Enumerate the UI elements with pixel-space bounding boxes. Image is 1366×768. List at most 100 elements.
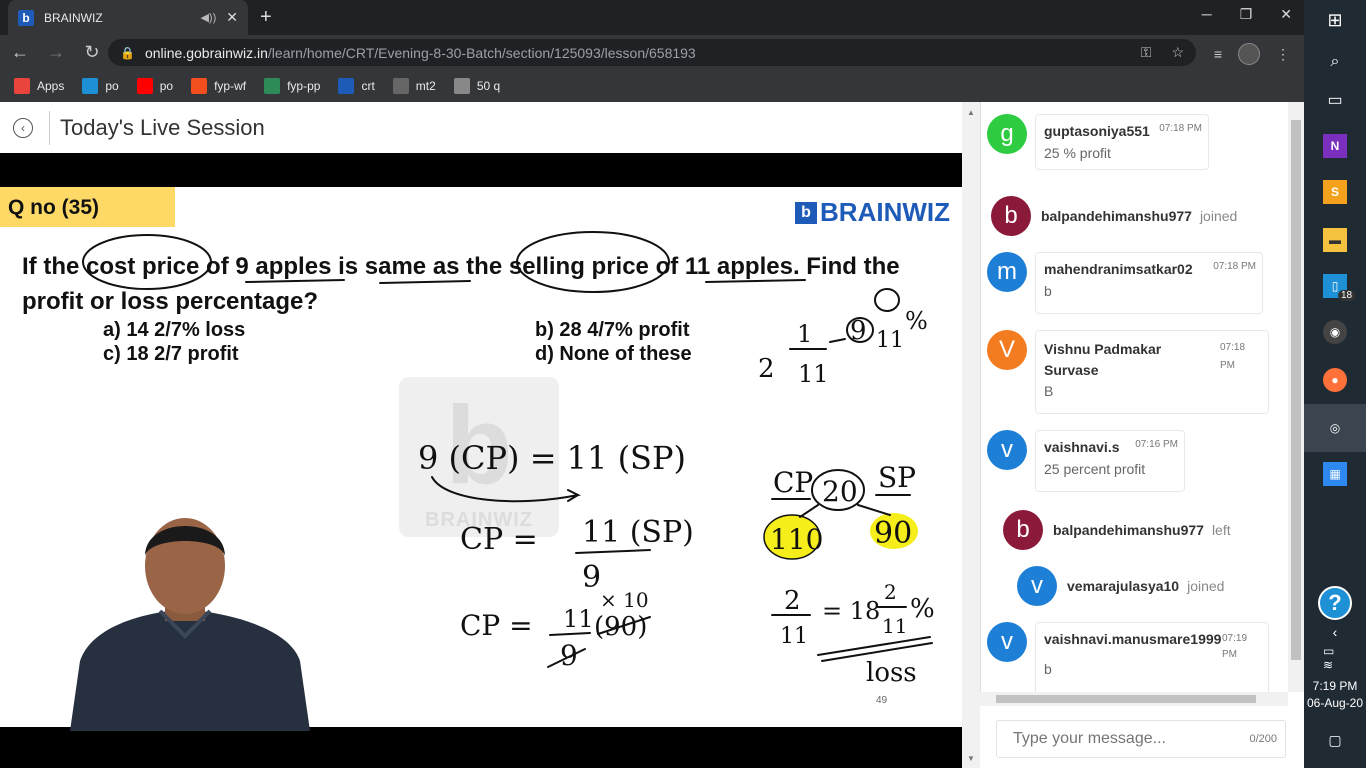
firefox-icon[interactable]: ● xyxy=(1323,368,1347,392)
ink-underline-same xyxy=(379,280,471,284)
close-window-icon[interactable]: ✕ xyxy=(1280,6,1292,23)
bookmark-item[interactable]: po xyxy=(136,78,173,94)
bookmark-item[interactable]: 50 q xyxy=(453,78,500,94)
bookmark-label: Apps xyxy=(37,79,65,93)
help-icon[interactable]: ? xyxy=(1318,586,1352,620)
chat-text: B xyxy=(1044,383,1054,399)
chat-message: m mahendranimsatkar02 07:18 PM b xyxy=(987,252,1263,314)
chat-bubble: vaishnavi.manusmare1999 07:19 PM b xyxy=(1035,622,1269,692)
notifications-icon[interactable]: ▢ xyxy=(1323,728,1347,752)
chat-event: v vemarajulasya10 joined xyxy=(1017,566,1224,606)
chat-scrollbar[interactable] xyxy=(1288,102,1304,692)
chat-input-box[interactable]: 0/200 xyxy=(996,720,1286,758)
clock-time: 7:19 PM xyxy=(1312,679,1358,693)
browser-tab[interactable]: b BRAINWIZ ◀)) ✕ xyxy=(8,0,248,35)
forward-icon[interactable]: → xyxy=(40,42,72,63)
chat-hscrollbar[interactable] xyxy=(980,692,1288,706)
bookmark-label: crt xyxy=(361,79,375,93)
youtube-icon xyxy=(136,78,153,94)
avatar: b xyxy=(991,196,1031,236)
slide-page-number: 49 xyxy=(876,695,888,706)
page-scrollbar[interactable]: ▲ ▼ xyxy=(962,102,980,768)
avatar: m xyxy=(987,252,1027,292)
star-icon[interactable]: ☆ xyxy=(1171,44,1184,61)
chat-time: 07:18 PM xyxy=(1220,342,1246,371)
address-bar[interactable]: 🔒 online.gobrainwiz.in /learn/home/CRT/E… xyxy=(108,39,1196,66)
avatar: v xyxy=(987,622,1027,662)
cc-icon xyxy=(392,78,409,94)
avatar: g xyxy=(987,114,1027,154)
search-icon[interactable]: ⌕ xyxy=(1323,50,1347,74)
scroll-up-icon[interactable]: ▲ xyxy=(967,108,975,117)
bookmark-item[interactable]: mt2 xyxy=(392,78,436,94)
bookmark-item[interactable]: po xyxy=(82,78,119,94)
chat-bubble: vaishnavi.s 07:16 PM 25 percent profit xyxy=(1035,430,1185,492)
file-explorer-icon[interactable]: ▬ xyxy=(1323,228,1347,252)
eq2-lhs: CP = xyxy=(460,522,538,557)
chat-username: vemarajulasya10 xyxy=(1067,578,1180,594)
chat-message-list[interactable]: g guptasoniya551 07:18 PM 25 % profit b … xyxy=(980,102,1288,692)
cp-value: 110 xyxy=(770,523,823,556)
sublime-icon[interactable]: S xyxy=(1323,180,1347,204)
key-icon[interactable]: ⚿ xyxy=(1141,44,1152,61)
bookmark-item[interactable]: fyp-pp xyxy=(264,78,320,94)
result-frac-bot: 11 xyxy=(882,614,907,638)
chat-username: balpandehimanshu977 xyxy=(1053,522,1204,538)
bookmark-item[interactable]: Apps xyxy=(14,78,64,94)
back-circle-icon[interactable]: ‹ xyxy=(13,117,33,138)
bookmarks-bar: Apps po po fyp-wf fyp-pp crt mt2 50 q xyxy=(0,70,1304,102)
bookmark-item[interactable]: fyp-wf xyxy=(191,78,246,94)
menu-icon[interactable]: ⋮ xyxy=(1276,46,1290,63)
ink-circle-selling-price xyxy=(516,231,670,293)
chat-message: V Vishnu Padmakar Survase 07:18 PM B xyxy=(987,330,1269,414)
profile-avatar[interactable] xyxy=(1238,43,1260,65)
back-icon[interactable]: ← xyxy=(4,42,36,63)
note-2: 2 xyxy=(758,354,775,384)
calculator-icon[interactable]: ▦ xyxy=(1323,462,1347,486)
reload-icon[interactable]: ↻ xyxy=(76,42,108,63)
chat-event-state: joined xyxy=(1199,208,1238,224)
chat-text: 25 percent profit xyxy=(1044,461,1146,477)
bookmark-label: fyp-wf xyxy=(214,79,247,93)
chat-scroll-thumb[interactable] xyxy=(1291,120,1301,660)
chrome-icon[interactable]: ◎ xyxy=(1304,404,1366,452)
chart-icon xyxy=(264,78,281,94)
eq3-mult: × 10 xyxy=(600,588,649,612)
windows-start-icon[interactable]: ⊞ xyxy=(1323,8,1347,32)
bookmark-item[interactable]: crt xyxy=(338,78,375,94)
windows-taskbar: ⊞ ⌕ ▭ N S ▬ ▯ 18 ◉ ● ◎ ▦ ? ‹ ▭ ≋ 7:19 PM… xyxy=(1304,0,1366,768)
media-player-icon[interactable]: ◉ xyxy=(1323,320,1347,344)
bookmark-label: fyp-pp xyxy=(287,79,321,93)
loss-label: loss xyxy=(866,658,917,688)
eq3-den: 9 xyxy=(560,639,578,672)
close-tab-icon[interactable]: ✕ xyxy=(226,9,238,26)
onenote-icon[interactable]: N xyxy=(1323,134,1347,158)
page: ‹ Today's Live Session Q no (35) b BRAIN… xyxy=(0,102,1304,768)
chevron-left-icon[interactable]: ‹ xyxy=(1323,620,1347,644)
scroll-down-icon[interactable]: ▼ xyxy=(967,754,975,763)
chat-message: v vaishnavi.s 07:16 PM 25 percent profit xyxy=(987,430,1185,492)
chat-username: Vishnu Padmakar Survase xyxy=(1044,341,1162,378)
new-tab-button[interactable]: + xyxy=(260,6,272,29)
system-clock[interactable]: 7:19 PM 06-Aug-20 xyxy=(1304,678,1366,712)
chat-bubble: Vishnu Padmakar Survase 07:18 PM B xyxy=(1035,330,1269,414)
eq1-arrow xyxy=(431,476,582,503)
minimize-icon[interactable]: ─ xyxy=(1202,6,1212,23)
note-11: 11 xyxy=(798,360,829,388)
sp-label: SP xyxy=(878,461,916,494)
chat-message-input[interactable] xyxy=(1013,730,1250,748)
globe-icon xyxy=(453,78,470,94)
apps-grid-icon xyxy=(14,78,30,94)
sp-value: 90 xyxy=(874,516,912,551)
brainwiz-icon xyxy=(338,78,355,94)
video-player[interactable]: Q no (35) b BRAINWIZ If the cost price o… xyxy=(0,153,962,768)
speaker-icon[interactable]: ◀)) xyxy=(200,11,216,24)
chat-hscroll-thumb[interactable] xyxy=(996,695,1256,703)
restore-icon[interactable]: ❐ xyxy=(1240,6,1253,23)
media-icon[interactable]: ≡ xyxy=(1214,46,1222,62)
chat-message: v vaishnavi.manusmare1999 07:19 PM b xyxy=(987,622,1269,692)
battery-wifi-icon[interactable]: ▭ ≋ xyxy=(1323,644,1347,672)
lock-icon[interactable]: 🔒 xyxy=(120,46,135,60)
task-view-icon[interactable]: ▭ xyxy=(1323,88,1347,112)
chat-event-state: joined xyxy=(1187,578,1225,594)
